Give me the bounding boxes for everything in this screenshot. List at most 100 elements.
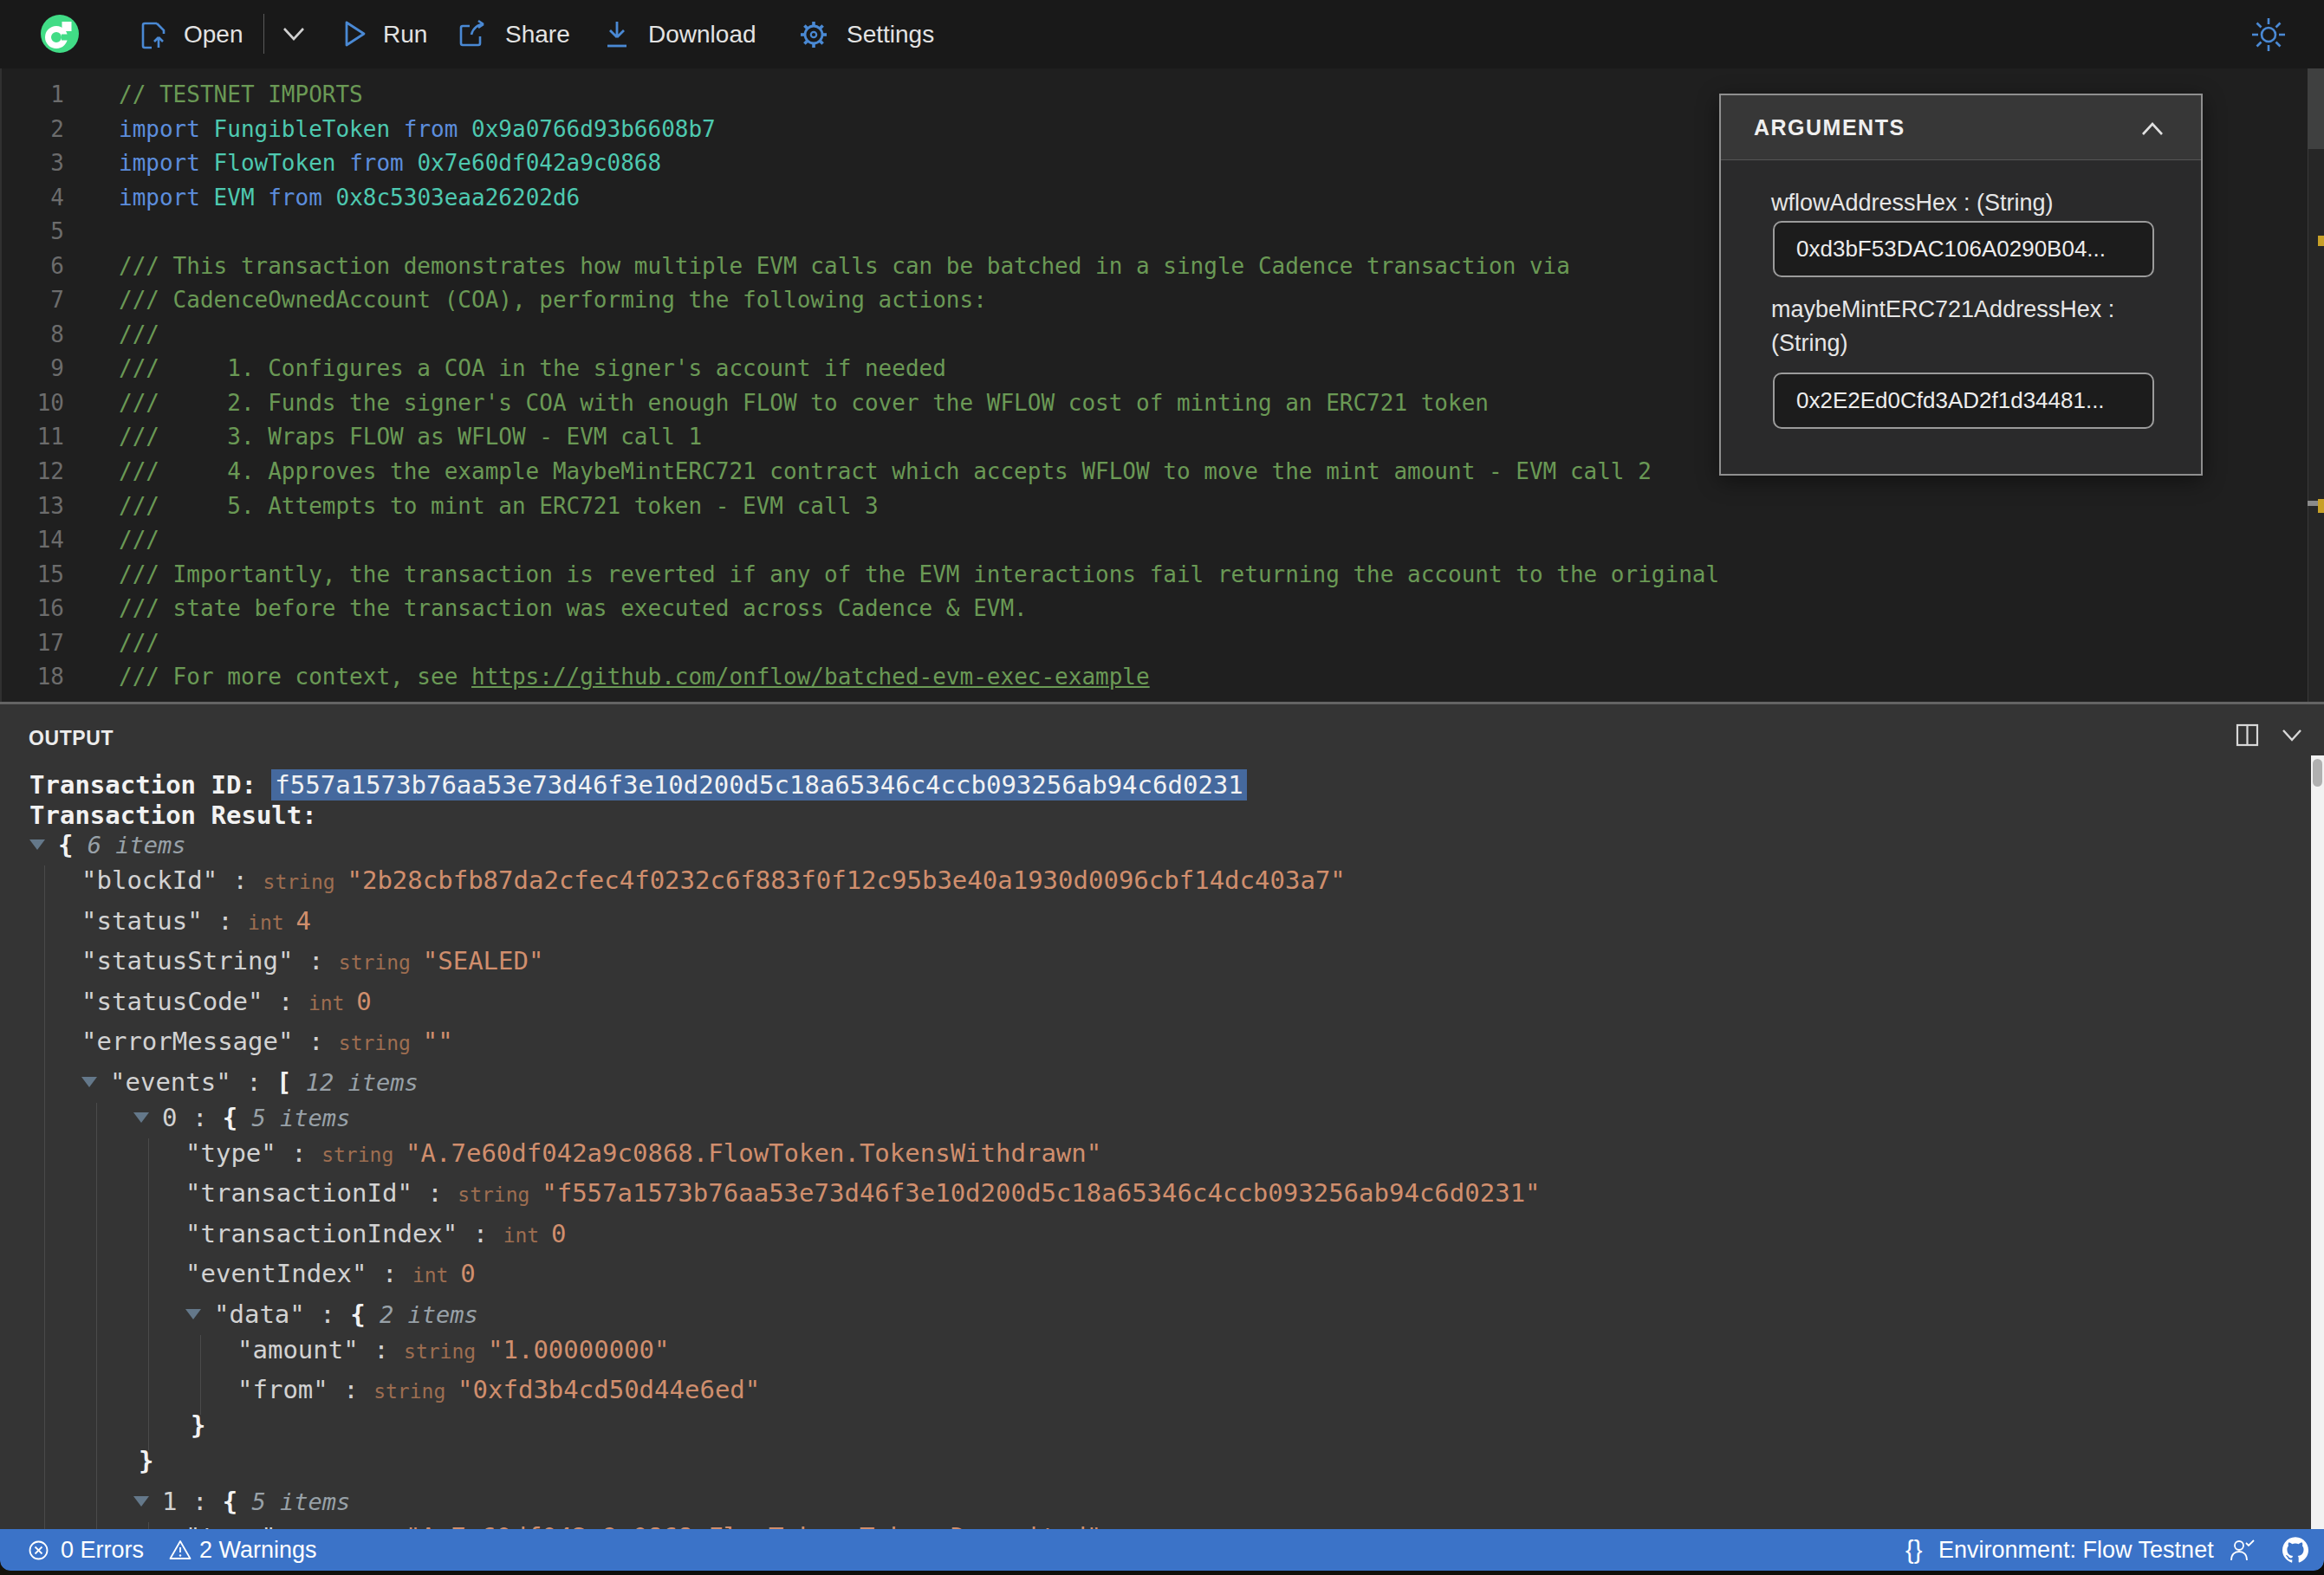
flow-logo-icon[interactable] (41, 15, 79, 53)
run-button[interactable]: Run (383, 0, 427, 68)
collapse-arrow-icon[interactable] (133, 1112, 149, 1123)
output-scrollbar[interactable] (2311, 755, 2324, 1529)
output-panel: OUTPUT Transaction ID: f557a1573b76aa53e… (0, 704, 2324, 1529)
errors-count[interactable]: 0 Errors (61, 1529, 144, 1571)
line-number: 4 (2, 181, 64, 216)
editor-scrollbar-thumb[interactable] (2308, 68, 2324, 149)
line-number: 14 (2, 523, 64, 558)
json-row: "amount" : string "1.00000000" (237, 1332, 670, 1367)
indent-guide (200, 1335, 201, 1416)
settings-button[interactable]: Settings (847, 0, 934, 68)
line-numbers: 123456789101112131415161718 (2, 78, 64, 695)
json-row: "events" : [ 12 items (81, 1065, 419, 1099)
indent-guide (44, 865, 45, 1529)
share-button[interactable]: Share (505, 0, 570, 68)
open-button[interactable]: Open (184, 0, 243, 68)
indent-guide (96, 1103, 97, 1530)
code-line: // TESTNET IMPORTS (119, 78, 1719, 113)
code-line: /// state before the transaction was exe… (119, 592, 1719, 626)
line-number: 8 (2, 318, 64, 353)
editor-scrollbar[interactable] (2308, 68, 2324, 702)
collapse-arguments-chevron-icon[interactable] (2140, 121, 2165, 137)
arguments-panel-header[interactable]: ARGUMENTS (1721, 95, 2201, 160)
collapse-arrow-icon[interactable] (29, 839, 45, 850)
line-number: 10 (2, 386, 64, 421)
json-row: "transactionId" : string "f557a1573b76aa… (185, 1176, 1541, 1210)
code-line: /// 1. Configures a COA in the signer's … (119, 352, 1719, 386)
json-row: "errorMessage" : string "" (81, 1024, 453, 1059)
code-line (119, 215, 1719, 250)
json-row: 0 : { 5 items (133, 1100, 350, 1135)
collapse-arrow-icon[interactable] (133, 1496, 149, 1507)
json-row: "blockId" : string "2b28cbfb87da2cfec4f0… (81, 863, 1346, 898)
line-number: 5 (2, 215, 64, 250)
indent-guide (148, 1522, 149, 1530)
warnings-count[interactable]: 2 Warnings (199, 1529, 317, 1571)
line-number: 18 (2, 660, 64, 695)
line-number: 3 (2, 146, 64, 181)
download-icon (605, 20, 629, 49)
theme-toggle-sun-icon[interactable] (2250, 16, 2287, 53)
warnings-icon (169, 1539, 192, 1560)
line-number: 1 (2, 78, 64, 113)
line-number: 6 (2, 250, 64, 284)
warning-marker (2318, 236, 2324, 246)
line-number: 12 (2, 455, 64, 489)
argument-input[interactable]: 0xd3bF53DAC106A0290B04... (1773, 221, 2154, 277)
github-icon[interactable] (2282, 1537, 2308, 1563)
code-content[interactable]: // TESTNET IMPORTSimport FungibleToken f… (119, 78, 1719, 695)
output-scrollbar-thumb[interactable] (2313, 759, 2322, 787)
code-line: /// (119, 318, 1719, 353)
line-number: 17 (2, 626, 64, 661)
collapse-arrow-icon[interactable] (81, 1077, 97, 1087)
settings-gear-icon (797, 18, 830, 51)
json-row: "type" : string "A.7e60df042a9c0868.Flow… (185, 1520, 1101, 1530)
json-row: } (185, 1408, 205, 1442)
app-window: Open Run Share Download (0, 0, 2324, 1571)
json-row: { 6 items (29, 827, 186, 862)
open-dropdown-chevron-icon[interactable] (281, 26, 307, 43)
indent-guide (148, 1138, 149, 1451)
json-row: "statusString" : string "SEALED" (81, 943, 543, 978)
errors-icon (29, 1540, 49, 1560)
code-line: /// For more context, see https://github… (119, 660, 1719, 695)
feedback-user-icon[interactable] (2229, 1538, 2255, 1562)
status-bar: 0 Errors 2 Warnings {} Environment: Flow… (0, 1529, 2324, 1571)
line-number: 7 (2, 283, 64, 318)
toolbar: Open Run Share Download (0, 0, 2324, 68)
json-row: } (133, 1443, 153, 1478)
json-row: "data" : { 2 items (185, 1297, 478, 1332)
share-icon (458, 19, 489, 49)
code-line: /// 5. Attempts to mint an ERC721 token … (119, 489, 1719, 524)
code-line: /// 2. Funds the signer's COA with enoug… (119, 386, 1719, 421)
json-row: "eventIndex" : int 0 (185, 1256, 476, 1291)
download-button[interactable]: Download (648, 0, 756, 68)
braces-icon: {} (1905, 1529, 1922, 1571)
json-row: "status" : int 4 (81, 904, 311, 938)
code-line: import EVM from 0x8c5303eaa26202d6 (119, 181, 1719, 216)
code-line: /// 4. Approves the example MaybeMintERC… (119, 455, 1719, 489)
arguments-panel: ARGUMENTS wflowAddressHex : (String) 0xd… (1719, 94, 2203, 476)
code-line: /// (119, 626, 1719, 661)
line-number: 11 (2, 420, 64, 455)
code-line: import FlowToken from 0x7e60df042a9c0868 (119, 146, 1719, 181)
code-line: /// CadenceOwnedAccount (COA), performin… (119, 283, 1719, 318)
line-number: 15 (2, 558, 64, 593)
code-line: /// This transaction demonstrates how mu… (119, 250, 1719, 284)
warning-marker (2318, 499, 2324, 513)
collapse-arrow-icon[interactable] (185, 1309, 201, 1319)
code-line: import FungibleToken from 0x9a0766d93b66… (119, 113, 1719, 147)
json-row: "from" : string "0xfd3b4cd50d44e6ed" (237, 1372, 760, 1407)
line-number: 13 (2, 489, 64, 524)
arguments-panel-title: ARGUMENTS (1754, 115, 1905, 140)
code-line: /// 3. Wraps FLOW as WFLOW - EVM call 1 (119, 420, 1719, 455)
argument-input[interactable]: 0x2E2Ed0Cfd3AD2f1d34481... (1773, 373, 2154, 429)
json-row: 1 : { 5 items (133, 1484, 350, 1519)
environment-label[interactable]: Environment: Flow Testnet (1938, 1529, 2214, 1571)
line-number: 2 (2, 113, 64, 147)
json-tree: { 6 items"blockId" : string "2b28cbfb87d… (0, 704, 2324, 1529)
open-file-icon (140, 22, 166, 49)
code-line: /// Importantly, the transaction is reve… (119, 558, 1719, 593)
code-line: /// (119, 523, 1719, 558)
line-number: 9 (2, 352, 64, 386)
